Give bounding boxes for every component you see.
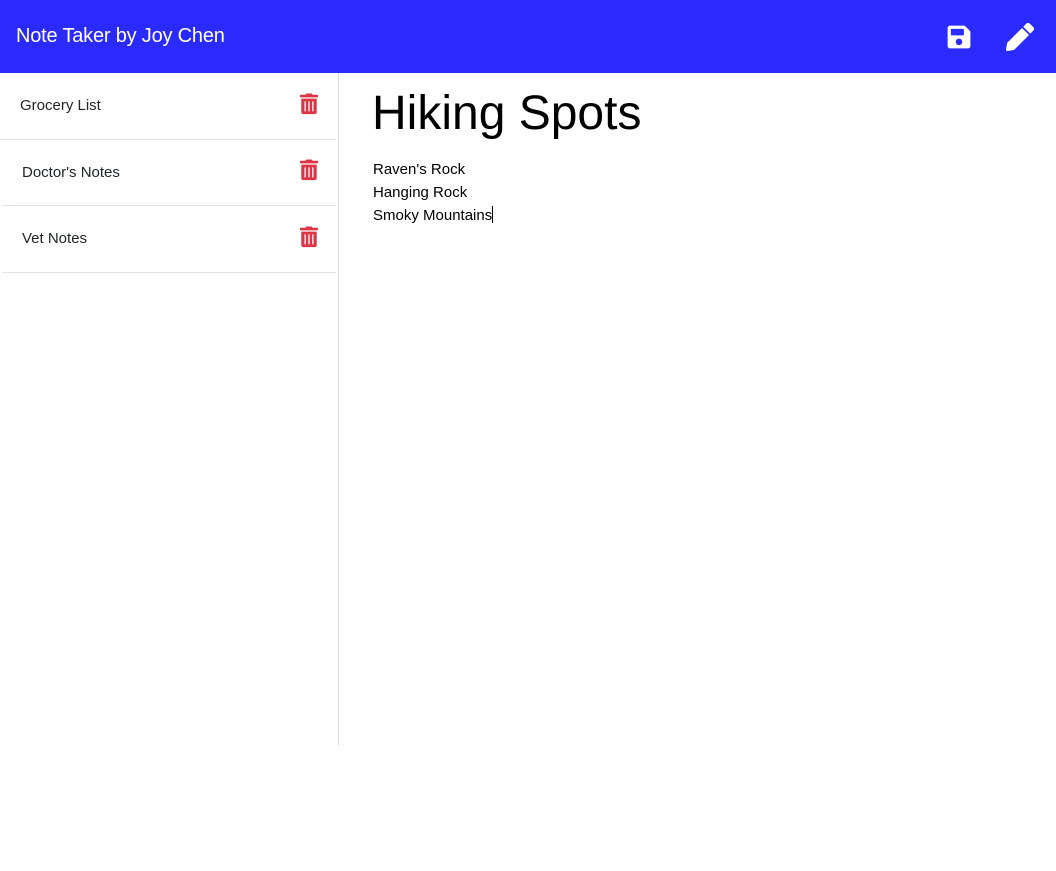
trash-icon[interactable]: [300, 93, 318, 115]
trash-icon[interactable]: [300, 159, 318, 181]
notes-sidebar: Grocery List Doctor's Notes Vet Notes: [0, 73, 339, 745]
list-item[interactable]: Doctor's Notes: [2, 140, 336, 206]
note-list-title[interactable]: Vet Notes: [22, 230, 87, 247]
trash-icon[interactable]: [300, 226, 318, 248]
app-title[interactable]: Note Taker by Joy Chen: [16, 25, 225, 48]
save-icon[interactable]: [946, 24, 972, 50]
note-text-line: Raven's Rock: [373, 161, 466, 178]
navbar-actions: [946, 0, 1040, 73]
note-list-title[interactable]: Grocery List: [20, 97, 101, 114]
note-editor: Hiking Spots Raven's Rock Hanging Rock S…: [339, 73, 1056, 745]
pencil-icon[interactable]: [1006, 22, 1034, 51]
note-list-title[interactable]: Doctor's Notes: [22, 164, 120, 181]
note-text-line: Hanging Rock: [373, 184, 468, 201]
note-text-area[interactable]: Raven's Rock Hanging Rock Smoky Mountain…: [373, 158, 1013, 658]
note-text-line-content: Smoky Mountains: [373, 207, 493, 224]
text-caret: [492, 206, 494, 223]
note-text-line: Smoky Mountains: [373, 204, 1013, 227]
navbar: Note Taker by Joy Chen: [0, 0, 1056, 73]
note-title-input[interactable]: Hiking Spots: [372, 83, 1012, 145]
list-item[interactable]: Grocery List: [0, 73, 336, 140]
note-list: Grocery List Doctor's Notes Vet Notes: [0, 73, 338, 273]
list-item[interactable]: Vet Notes: [2, 206, 336, 273]
